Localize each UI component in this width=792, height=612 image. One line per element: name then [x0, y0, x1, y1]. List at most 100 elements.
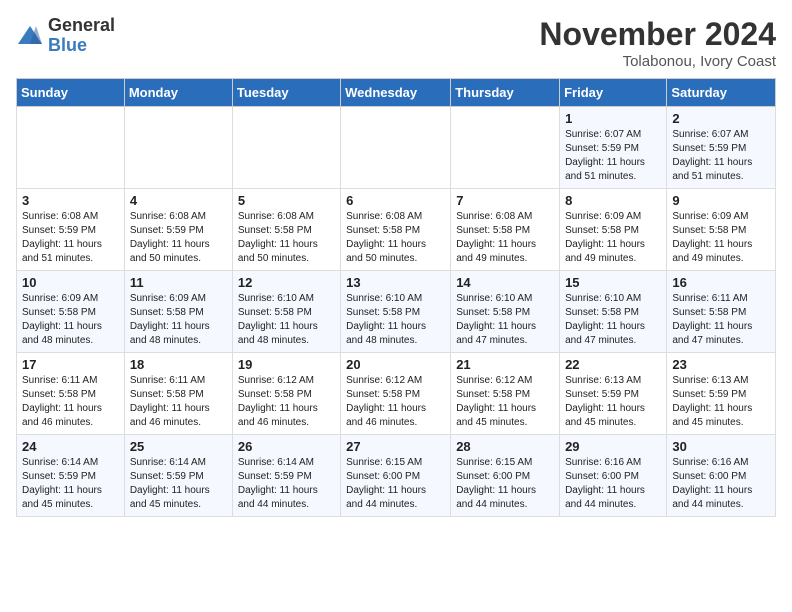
day-info: Sunrise: 6:12 AM Sunset: 5:58 PM Dayligh…	[346, 374, 445, 430]
day-number: 12	[238, 275, 335, 290]
calendar-cell: 28 Sunrise: 6:15 AM Sunset: 6:00 PM Dayli…	[451, 435, 560, 517]
calendar-week-1: 1 Sunrise: 6:07 AM Sunset: 5:59 PM Daylig…	[17, 107, 776, 189]
day-info: Sunrise: 6:12 AM Sunset: 5:58 PM Dayligh…	[238, 374, 335, 430]
day-number: 21	[456, 357, 554, 372]
calendar-week-4: 17Sunrise: 6:11 AM Sunset: 5:58 PM Dayli…	[17, 353, 776, 435]
calendar-cell: 13 Sunrise: 6:10 AM Sunset: 5:58 PM Dayli…	[341, 271, 451, 353]
day-number: 16	[672, 275, 770, 290]
page-header: General Blue November 2024 Tolabonou, Iv…	[16, 16, 776, 70]
day-info: Sunrise: 6:10 AM Sunset: 5:58 PM Dayligh…	[346, 292, 445, 348]
calendar-cell: 15 Sunrise: 6:10 AM Sunset: 5:58 PM Dayli…	[560, 271, 667, 353]
logo-blue: Blue	[48, 36, 115, 56]
calendar-cell: 22 Sunrise: 6:13 AM Sunset: 5:59 PM Dayli…	[560, 353, 667, 435]
day-info: Sunrise: 6:12 AM Sunset: 5:58 PM Dayligh…	[456, 374, 554, 430]
day-number: 7	[456, 193, 554, 208]
calendar-cell: 25 Sunrise: 6:14 AM Sunset: 5:59 PM Dayli…	[124, 435, 232, 517]
calendar-cell: 5Sunrise: 6:08 AM Sunset: 5:58 PM Daylig…	[232, 189, 340, 271]
day-number: 27	[346, 439, 445, 454]
calendar-cell: 26 Sunrise: 6:14 AM Sunset: 5:59 PM Dayli…	[232, 435, 340, 517]
calendar-cell: 14Sunrise: 6:10 AM Sunset: 5:58 PM Dayli…	[451, 271, 560, 353]
day-number: 19	[238, 357, 335, 372]
calendar-cell: 19 Sunrise: 6:12 AM Sunset: 5:58 PM Dayli…	[232, 353, 340, 435]
header-thursday: Thursday	[451, 79, 560, 107]
day-info: Sunrise: 6:15 AM Sunset: 6:00 PM Dayligh…	[346, 456, 445, 512]
header-monday: Monday	[124, 79, 232, 107]
calendar-cell: 27 Sunrise: 6:15 AM Sunset: 6:00 PM Dayli…	[341, 435, 451, 517]
day-info: Sunrise: 6:14 AM Sunset: 5:59 PM Dayligh…	[130, 456, 227, 512]
day-info: Sunrise: 6:08 AM Sunset: 5:58 PM Dayligh…	[346, 210, 445, 266]
day-number: 13	[346, 275, 445, 290]
day-number: 18	[130, 357, 227, 372]
day-info: Sunrise: 6:07 AM Sunset: 5:59 PM Dayligh…	[565, 128, 661, 184]
calendar-week-3: 10 Sunrise: 6:09 AM Sunset: 5:58 PM Dayli…	[17, 271, 776, 353]
calendar-cell: 9 Sunrise: 6:09 AM Sunset: 5:58 PM Daylig…	[667, 189, 776, 271]
calendar-cell: 4 Sunrise: 6:08 AM Sunset: 5:59 PM Daylig…	[124, 189, 232, 271]
calendar-cell	[17, 107, 125, 189]
day-info: Sunrise: 6:09 AM Sunset: 5:58 PM Dayligh…	[130, 292, 227, 348]
day-number: 3	[22, 193, 119, 208]
day-info: Sunrise: 6:15 AM Sunset: 6:00 PM Dayligh…	[456, 456, 554, 512]
header-tuesday: Tuesday	[232, 79, 340, 107]
calendar-cell: 1 Sunrise: 6:07 AM Sunset: 5:59 PM Daylig…	[560, 107, 667, 189]
calendar-week-5: 24 Sunrise: 6:14 AM Sunset: 5:59 PM Dayli…	[17, 435, 776, 517]
calendar-cell: 20Sunrise: 6:12 AM Sunset: 5:58 PM Dayli…	[341, 353, 451, 435]
day-info: Sunrise: 6:11 AM Sunset: 5:58 PM Dayligh…	[672, 292, 770, 348]
day-info: Sunrise: 6:16 AM Sunset: 6:00 PM Dayligh…	[565, 456, 661, 512]
calendar-cell: 18Sunrise: 6:11 AM Sunset: 5:58 PM Dayli…	[124, 353, 232, 435]
day-info: Sunrise: 6:14 AM Sunset: 5:59 PM Dayligh…	[22, 456, 119, 512]
day-info: Sunrise: 6:07 AM Sunset: 5:59 PM Dayligh…	[672, 128, 770, 184]
logo-text: General Blue	[48, 16, 115, 56]
day-info: Sunrise: 6:16 AM Sunset: 6:00 PM Dayligh…	[672, 456, 770, 512]
day-number: 4	[130, 193, 227, 208]
calendar-header-row: SundayMondayTuesdayWednesdayThursdayFrid…	[17, 79, 776, 107]
day-number: 29	[565, 439, 661, 454]
day-number: 25	[130, 439, 227, 454]
day-info: Sunrise: 6:10 AM Sunset: 5:58 PM Dayligh…	[238, 292, 335, 348]
day-number: 28	[456, 439, 554, 454]
calendar-cell: 10Sunrise: 6:09 AM Sunset: 5:58 PM Dayli…	[17, 271, 125, 353]
day-number: 24	[22, 439, 119, 454]
calendar-cell: 16 Sunrise: 6:11 AM Sunset: 5:58 PM Dayli…	[667, 271, 776, 353]
day-number: 26	[238, 439, 335, 454]
calendar-table: SundayMondayTuesdayWednesdayThursdayFrid…	[16, 78, 776, 517]
day-info: Sunrise: 6:13 AM Sunset: 5:59 PM Dayligh…	[565, 374, 661, 430]
logo: General Blue	[16, 16, 115, 56]
header-friday: Friday	[560, 79, 667, 107]
calendar-cell	[451, 107, 560, 189]
calendar-cell: 7Sunrise: 6:08 AM Sunset: 5:58 PM Daylig…	[451, 189, 560, 271]
day-number: 10	[22, 275, 119, 290]
calendar-week-2: 3 Sunrise: 6:08 AM Sunset: 5:59 PM Daylig…	[17, 189, 776, 271]
calendar-cell: 12 Sunrise: 6:10 AM Sunset: 5:58 PM Dayli…	[232, 271, 340, 353]
logo-icon	[16, 22, 44, 50]
day-info: Sunrise: 6:10 AM Sunset: 5:58 PM Dayligh…	[565, 292, 661, 348]
header-wednesday: Wednesday	[341, 79, 451, 107]
calendar-cell: 30Sunrise: 6:16 AM Sunset: 6:00 PM Dayli…	[667, 435, 776, 517]
calendar-cell	[341, 107, 451, 189]
day-number: 15	[565, 275, 661, 290]
day-number: 9	[672, 193, 770, 208]
calendar-cell: 6 Sunrise: 6:08 AM Sunset: 5:58 PM Daylig…	[341, 189, 451, 271]
day-number: 23	[672, 357, 770, 372]
title-block: November 2024 Tolabonou, Ivory Coast	[539, 16, 776, 70]
day-number: 2	[672, 111, 770, 126]
calendar-cell: 29 Sunrise: 6:16 AM Sunset: 6:00 PM Dayli…	[560, 435, 667, 517]
day-info: Sunrise: 6:08 AM Sunset: 5:59 PM Dayligh…	[130, 210, 227, 266]
day-number: 22	[565, 357, 661, 372]
day-info: Sunrise: 6:14 AM Sunset: 5:59 PM Dayligh…	[238, 456, 335, 512]
calendar-cell: 23Sunrise: 6:13 AM Sunset: 5:59 PM Dayli…	[667, 353, 776, 435]
month-title: November 2024	[539, 16, 776, 53]
location-subtitle: Tolabonou, Ivory Coast	[539, 53, 776, 70]
day-number: 5	[238, 193, 335, 208]
calendar-cell: 2 Sunrise: 6:07 AM Sunset: 5:59 PM Daylig…	[667, 107, 776, 189]
day-number: 17	[22, 357, 119, 372]
day-info: Sunrise: 6:09 AM Sunset: 5:58 PM Dayligh…	[672, 210, 770, 266]
header-saturday: Saturday	[667, 79, 776, 107]
calendar-cell: 24 Sunrise: 6:14 AM Sunset: 5:59 PM Dayli…	[17, 435, 125, 517]
day-number: 11	[130, 275, 227, 290]
day-number: 6	[346, 193, 445, 208]
calendar-cell	[232, 107, 340, 189]
logo-general: General	[48, 16, 115, 36]
calendar-cell: 17Sunrise: 6:11 AM Sunset: 5:58 PM Dayli…	[17, 353, 125, 435]
day-number: 1	[565, 111, 661, 126]
header-sunday: Sunday	[17, 79, 125, 107]
